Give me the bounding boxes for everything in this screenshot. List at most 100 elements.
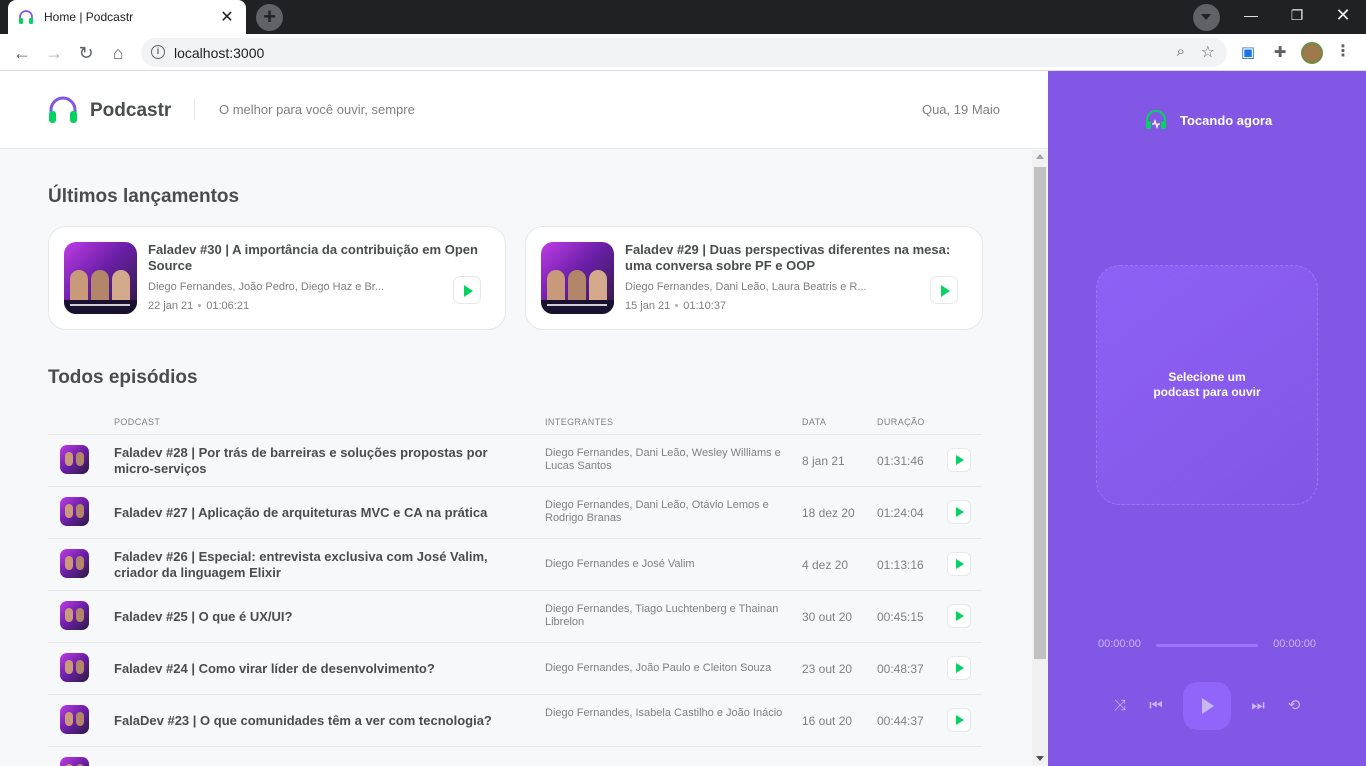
player-panel: Tocando agora Selecione um podcast para …: [1048, 71, 1366, 766]
column-header-date: DATA: [802, 417, 827, 427]
empty-player-placeholder: Selecione um podcast para ouvir: [1096, 265, 1318, 505]
episode-date: 4 dez 20: [802, 558, 849, 572]
episode-thumbnail: [64, 242, 137, 314]
episode-title[interactable]: Faladev #30 | A importância da contribui…: [148, 242, 488, 274]
site-info-icon[interactable]: i: [151, 45, 165, 59]
progress-slider[interactable]: [1156, 644, 1258, 647]
scroll-up-arrow-icon[interactable]: [1036, 154, 1044, 159]
table-row: Faladev #24 | Como virar líder de desenv…: [48, 643, 982, 695]
now-playing-headphones-icon: [1146, 110, 1166, 130]
episode-title[interactable]: Faladev #29 | Duas perspectivas diferent…: [625, 242, 965, 274]
forward-arrow-icon[interactable]: →: [41, 40, 67, 66]
bookmark-star-icon[interactable]: ☆: [1201, 42, 1215, 62]
episode-duration: 01:06:21: [206, 300, 250, 312]
zoom-icon[interactable]: ⌕: [1177, 43, 1185, 60]
table-row: Faladev #27 | Aplicação de arquiteturas …: [48, 487, 982, 539]
next-track-icon[interactable]: ⏭: [1246, 696, 1270, 716]
episode-meta: 15 jan 21 01:10:37: [625, 300, 726, 312]
reload-icon[interactable]: ↻: [73, 40, 99, 66]
minimize-button[interactable]: —: [1228, 0, 1274, 30]
tab-search-button[interactable]: [1193, 4, 1220, 31]
app-logo-text[interactable]: Podcastr: [90, 100, 171, 122]
browser-titlebar: Home | Podcastr ✕ + — ❐ ✕: [0, 0, 1366, 34]
episode-duration: 01:31:46: [877, 454, 924, 468]
play-episode-button[interactable]: [947, 500, 971, 524]
repeat-icon[interactable]: ⟲: [1282, 696, 1306, 716]
episode-date: 16 out 20: [802, 714, 853, 728]
select-podcast-line-1: Selecione um: [1168, 370, 1246, 384]
episode-members: Diego Fernandes, Dani Leão, Wesley Willi…: [545, 447, 781, 472]
episode-members: Diego Fernandes, Dani Leão, Laura Beatri…: [625, 281, 867, 293]
play-episode-button[interactable]: [947, 708, 971, 732]
play-icon: [1202, 698, 1214, 714]
headphones-favicon-icon: [19, 10, 33, 24]
tab-close-icon[interactable]: ✕: [218, 7, 236, 27]
restore-button[interactable]: ❐: [1274, 0, 1320, 30]
header-divider: [194, 98, 195, 120]
content-area: Últimos lançamentos Faladev #30 | A impo…: [0, 150, 1032, 766]
browser-tab[interactable]: Home | Podcastr ✕: [8, 0, 246, 34]
episodes-table: PODCAST INTEGRANTES DATA DURAÇÃO Faladev…: [48, 407, 982, 766]
url-text[interactable]: localhost:3000: [174, 45, 264, 61]
episode-title[interactable]: Faladev #28 | Por trás de barreiras e so…: [114, 445, 528, 477]
episode-title[interactable]: Faladev #27 | Aplicação de arquiteturas …: [114, 505, 528, 521]
episode-duration: 00:45:15: [877, 610, 924, 624]
episode-title[interactable]: Faladev #26 | Especial: entrevista exclu…: [114, 549, 528, 581]
browser-menu-icon[interactable]: ⋮: [1333, 42, 1353, 64]
play-episode-button[interactable]: [930, 276, 958, 304]
episode-date: 18 dez 20: [802, 506, 855, 520]
play-icon: [956, 611, 964, 621]
episode-members: Diego Fernandes, Dani Leão, Otávio Lemos…: [545, 499, 769, 524]
current-date: Qua, 19 Maio: [921, 102, 1000, 117]
scrollbar-thumb[interactable]: [1034, 167, 1046, 659]
play-episode-button[interactable]: [947, 656, 971, 680]
main-area: Podcastr O melhor para você ouvir, sempr…: [0, 71, 1048, 766]
address-bar[interactable]: i localhost:3000 ⌕ ☆: [141, 38, 1227, 67]
column-header-duration: DURAÇÃO: [877, 417, 925, 427]
episode-date: 15 jan 21: [625, 300, 671, 312]
tab-title: Home | Podcastr: [44, 10, 134, 24]
scroll-down-arrow-icon[interactable]: [1036, 756, 1044, 761]
content-scrollbar[interactable]: [1032, 150, 1048, 766]
profile-avatar[interactable]: [1301, 42, 1323, 64]
cast-extension-icon[interactable]: ▣: [1237, 42, 1259, 64]
episode-title[interactable]: Faladev #25 | O que é UX/UI?: [114, 609, 528, 625]
extensions-puzzle-icon[interactable]: ✚: [1269, 42, 1291, 64]
current-time: 00:00:00: [1098, 638, 1141, 650]
play-episode-button[interactable]: [947, 552, 971, 576]
episode-members: Diego Fernandes, Tiago Luchtenberg e Tha…: [545, 603, 779, 628]
episode-date: 30 out 20: [802, 610, 853, 624]
play-icon: [956, 455, 964, 465]
play-episode-button[interactable]: [947, 604, 971, 628]
play-icon: [941, 285, 950, 297]
shuffle-icon[interactable]: ⤨: [1108, 696, 1132, 716]
episode-date: 22 jan 21: [148, 300, 194, 312]
episode-thumbnail: [60, 653, 89, 682]
play-episode-button[interactable]: [453, 276, 481, 304]
play-button[interactable]: [1183, 682, 1231, 730]
episode-thumbnail: [60, 549, 89, 578]
back-arrow-icon[interactable]: ←: [9, 40, 35, 66]
table-row: Faladev #25 | O que é UX/UI? Diego Ferna…: [48, 591, 982, 643]
new-tab-button[interactable]: +: [256, 4, 283, 31]
play-icon: [956, 559, 964, 569]
close-window-button[interactable]: ✕: [1320, 0, 1366, 30]
episode-title[interactable]: Faladev #24 | Como virar líder de desenv…: [114, 661, 528, 677]
select-podcast-line-2: podcast para ouvir: [1153, 385, 1261, 399]
browser-toolbar: ← → ↻ ⌂ i localhost:3000 ⌕ ☆ ▣ ✚ ⋮: [0, 34, 1366, 71]
home-icon[interactable]: ⌂: [105, 40, 131, 66]
table-row: FalaDev #23 | O que comunidades têm a ve…: [48, 695, 982, 747]
episode-title[interactable]: FalaDev #23 | O que comunidades têm a ve…: [114, 713, 528, 729]
play-icon: [956, 507, 964, 517]
episode-thumbnail: [541, 242, 614, 314]
play-episode-button[interactable]: [947, 448, 971, 472]
episode-members: Diego Fernandes, João Pedro, Diego Haz e…: [148, 281, 385, 293]
episode-thumbnail: [60, 757, 89, 766]
episode-duration: 01:13:16: [877, 558, 924, 572]
episode-members: Diego Fernandes, João Paulo e Cleiton So…: [545, 662, 772, 674]
previous-track-icon[interactable]: ⏮: [1144, 696, 1168, 716]
episode-members: Diego Fernandes, Isabela Castilho e João…: [545, 707, 783, 719]
episode-thumbnail: [60, 705, 89, 734]
latest-episodes-title: Últimos lançamentos: [48, 186, 240, 207]
episode-duration: 00:44:37: [877, 714, 924, 728]
